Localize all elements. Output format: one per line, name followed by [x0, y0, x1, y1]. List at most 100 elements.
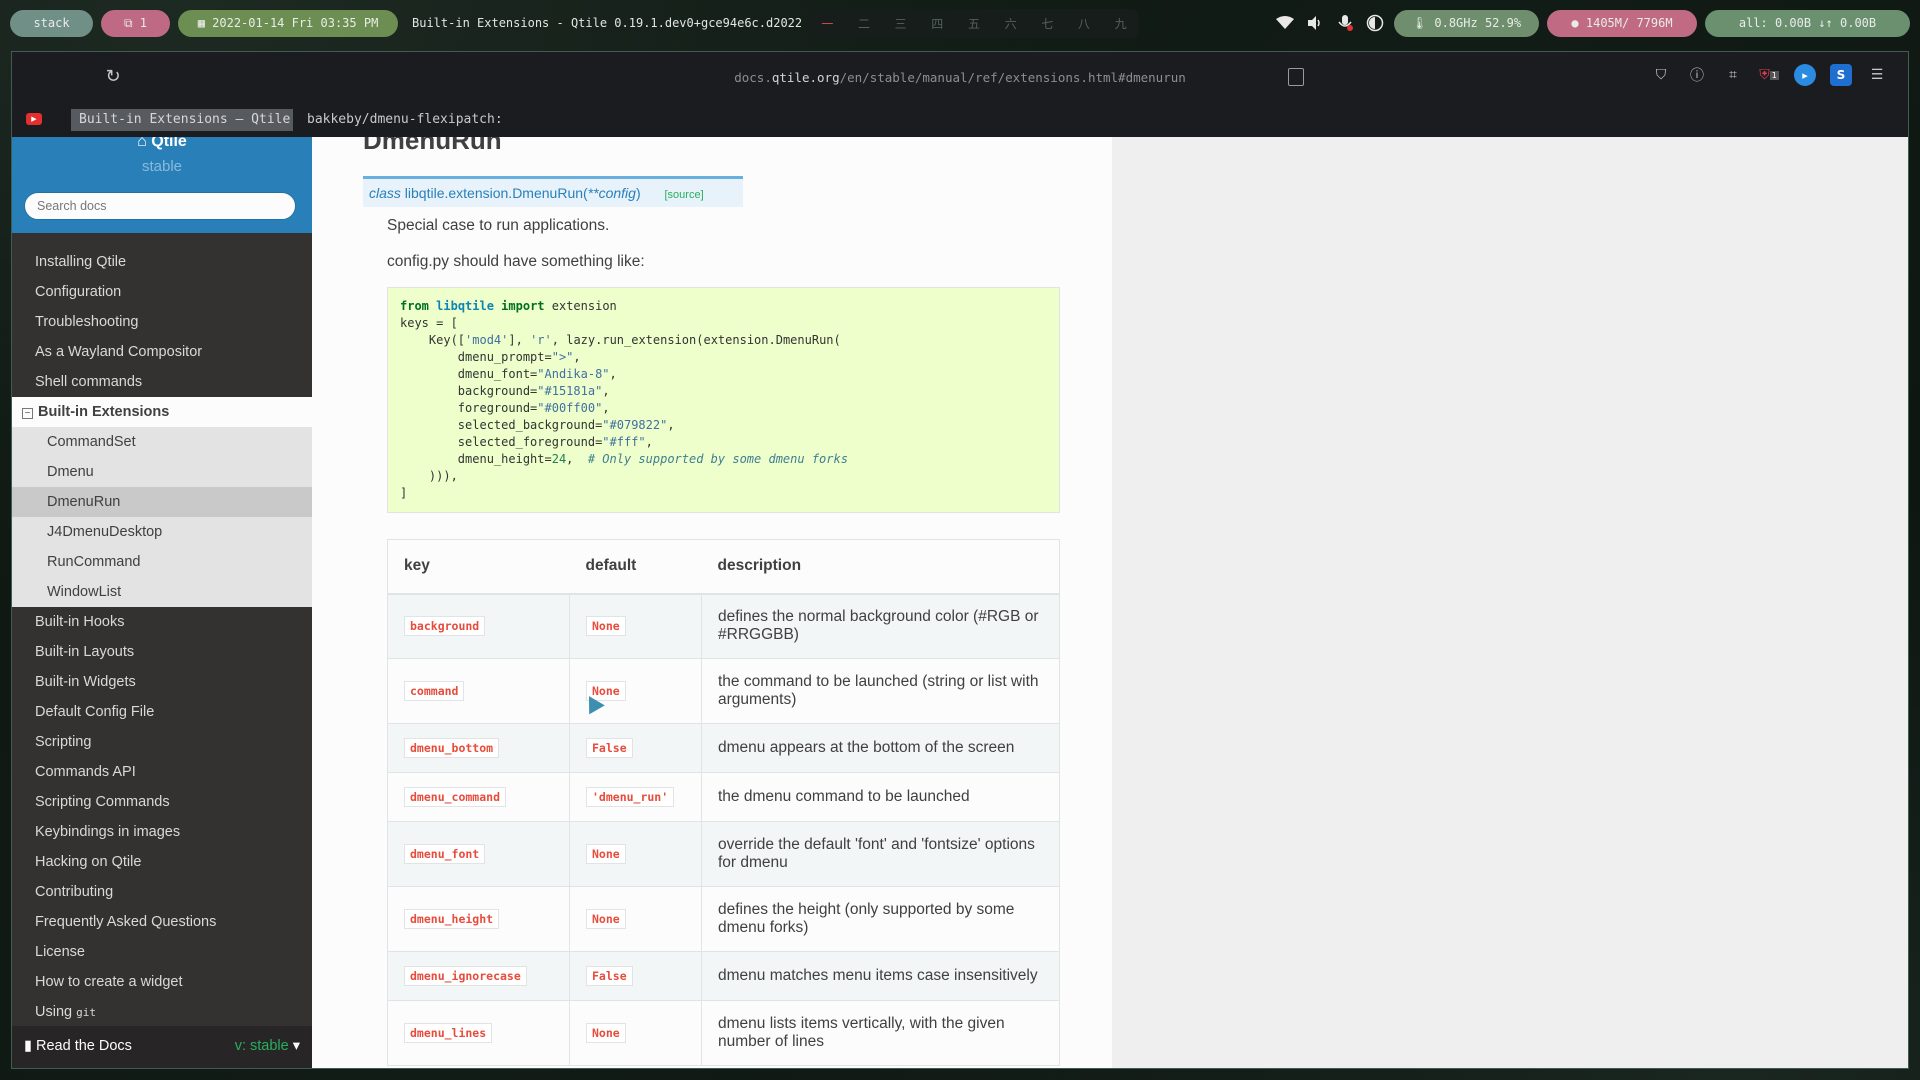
default-literal: False [586, 738, 633, 758]
extension-s-icon[interactable]: S [1830, 64, 1852, 86]
volume-icon[interactable] [1304, 12, 1326, 34]
default-literal: False [586, 966, 633, 986]
night-light-icon[interactable] [1364, 12, 1386, 34]
sidebar-sub-runcommand[interactable]: RunCommand [12, 547, 312, 577]
default-literal: None [586, 616, 626, 637]
key-literal: dmenu_height [404, 909, 500, 929]
sidebar-item-hacking[interactable]: Hacking on Qtile [12, 847, 312, 877]
code-block: from libqtile import extension keys = [ … [387, 287, 1060, 513]
table-row: dmenu_command 'dmenu_run' the dmenu comm… [387, 772, 1060, 822]
sidebar-item-hooks[interactable]: Built-in Hooks [12, 607, 312, 637]
sidebar-item-default-config[interactable]: Default Config File [12, 697, 312, 727]
info-icon[interactable]: ⓘ [1686, 64, 1708, 86]
sidebar-item-layouts[interactable]: Built-in Layouts [12, 637, 312, 667]
sidebar-item-create-widget[interactable]: How to create a widget [12, 967, 312, 997]
memory-widget[interactable]: ● 1405M/ 7796M [1547, 9, 1697, 37]
table-row: command None the command to be launched … [387, 658, 1060, 724]
group-3[interactable]: 三 [892, 15, 910, 32]
project-home-link[interactable]: ⌂ Qtile [12, 137, 312, 151]
sig-param: **config [587, 185, 636, 201]
sidebar-sub-windowlist[interactable]: WindowList [12, 577, 312, 607]
table-row: dmenu_height None defines the height (on… [387, 886, 1060, 952]
sidebar-sub-dmenu[interactable]: Dmenu [12, 457, 312, 487]
sidebar-item-configuration[interactable]: Configuration [12, 277, 312, 307]
class-signature: class libqtile.extension.DmenuRun(**conf… [363, 176, 743, 207]
tab-active[interactable]: Built-in Extensions — Qtile [71, 109, 293, 131]
group-7[interactable]: 七 [1038, 15, 1056, 32]
group-6[interactable]: 六 [1002, 15, 1020, 32]
sidebar-sub-dmenurun[interactable]: DmenuRun [12, 487, 312, 517]
sidebar-item-faq[interactable]: Frequently Asked Questions [12, 907, 312, 937]
group-2[interactable]: 二 [855, 15, 873, 32]
layout-indicator[interactable]: stack [10, 9, 93, 37]
clock-widget[interactable]: ▦ 2022-01-14 Fri 03:35 PM [178, 9, 398, 37]
table-cell-description: dmenu appears at the bottom of the scree… [701, 723, 1060, 773]
extension-circle-icon[interactable]: ▸ [1794, 64, 1816, 86]
table-cell-key: dmenu_command [387, 772, 570, 822]
crop-icon[interactable]: ⌗ [1722, 64, 1744, 86]
table-cell-description: dmenu lists items vertically, with the g… [701, 1000, 1060, 1066]
table-cell-key: dmenu_font [387, 821, 570, 887]
pocket-icon[interactable]: ⛉ [1650, 64, 1672, 86]
group-8[interactable]: 八 [1075, 15, 1093, 32]
sidebar-item-widgets[interactable]: Built-in Widgets [12, 667, 312, 697]
wifi-icon[interactable] [1274, 12, 1296, 34]
sidebar-item-troubleshooting[interactable]: Troubleshooting [12, 307, 312, 337]
group-5[interactable]: 五 [965, 15, 983, 32]
search-input[interactable] [24, 192, 296, 220]
sidebar-item-license[interactable]: License [12, 937, 312, 967]
default-literal: None [586, 909, 626, 929]
rtd-version-text: v: stable [234, 1038, 289, 1054]
sidebar-sub-j4dmenudesktop[interactable]: J4DmenuDesktop [12, 517, 312, 547]
rtd-version[interactable]: v: stable ▾ [235, 1038, 300, 1054]
key-literal: background [404, 616, 486, 637]
network-widget[interactable]: all: 0.00B ↓↑ 0.00B [1705, 9, 1910, 37]
cpu-widget[interactable]: 🌡 0.8GHz 52.9% [1394, 9, 1539, 37]
sidebar-item-using-git[interactable]: Using git [12, 997, 312, 1027]
page-viewport: ⌂ Qtile stable Installing Qtile Configur… [12, 137, 1908, 1068]
key-literal: dmenu_font [404, 844, 486, 864]
sidebar-item-builtin-extensions[interactable]: − Built-in Extensions [12, 397, 312, 427]
version-label: stable [141, 158, 183, 175]
sidebar-item-label: Using [35, 1004, 73, 1020]
sidebar-item-scripting-commands[interactable]: Scripting Commands [12, 787, 312, 817]
sidebar-item-contributing[interactable]: Contributing [12, 877, 312, 907]
group-9[interactable]: 九 [1112, 15, 1130, 32]
url-domain: qtile.org [771, 70, 840, 85]
sidebar-sub-commandset[interactable]: CommandSet [12, 427, 312, 457]
sidebar-item-wayland[interactable]: As a Wayland Compositor [12, 337, 312, 367]
source-link[interactable]: [source] [665, 189, 704, 201]
book-icon: ▮ [24, 1038, 37, 1054]
sidebar-item-commands-api[interactable]: Commands API [12, 757, 312, 787]
inline-code: git [76, 1006, 96, 1019]
youtube-icon[interactable]: ▶ [26, 113, 42, 125]
table-row: dmenu_font None override the default 'fo… [387, 821, 1060, 887]
table-cell-key: command [387, 658, 570, 724]
table-cell-default: None [569, 886, 702, 952]
collapse-icon[interactable]: − [22, 408, 33, 419]
sidebar-item-installing[interactable]: Installing Qtile [12, 247, 312, 277]
table-cell-description: defines the height (only supported by so… [701, 886, 1060, 952]
group-1[interactable]: 一 [818, 15, 836, 32]
reader-view-icon[interactable] [1288, 68, 1304, 86]
sidebar-item-scripting[interactable]: Scripting [12, 727, 312, 757]
doc-content: DmenuRun class libqtile.extension.DmenuR… [312, 137, 1112, 1068]
config-table: key default description background None … [387, 539, 1060, 1066]
table-row: background None defines the normal backg… [387, 593, 1060, 659]
url-path: /en/stable/manual/ref/extensions.html#dm… [839, 70, 1186, 85]
sidebar-item-keybindings[interactable]: Keybindings in images [12, 817, 312, 847]
microphone-icon[interactable] [1334, 12, 1356, 34]
rtd-version-footer[interactable]: ▮ Read the Docs v: stable ▾ [12, 1026, 312, 1068]
key-literal: command [404, 681, 465, 701]
tab-second[interactable]: bakkeby/dmenu-flexipatch: [307, 109, 503, 131]
clock-text: 2022-01-14 Fri 03:35 PM [212, 16, 379, 30]
table-row: dmenu_bottom False dmenu appears at the … [387, 723, 1060, 773]
sig-class-keyword: class [369, 185, 401, 201]
ublock-icon[interactable]: ⛨ 1 [1758, 64, 1780, 86]
sidebar-item-shell-commands[interactable]: Shell commands [12, 367, 312, 397]
url-bar[interactable]: docs.qtile.org/en/stable/manual/ref/exte… [12, 70, 1908, 85]
sig-name: libqtile.extension.DmenuRun( [404, 185, 588, 201]
menu-icon[interactable]: ☰ [1866, 64, 1888, 86]
window-count[interactable]: ⧉ 1 [101, 9, 170, 37]
group-4[interactable]: 四 [928, 15, 946, 32]
